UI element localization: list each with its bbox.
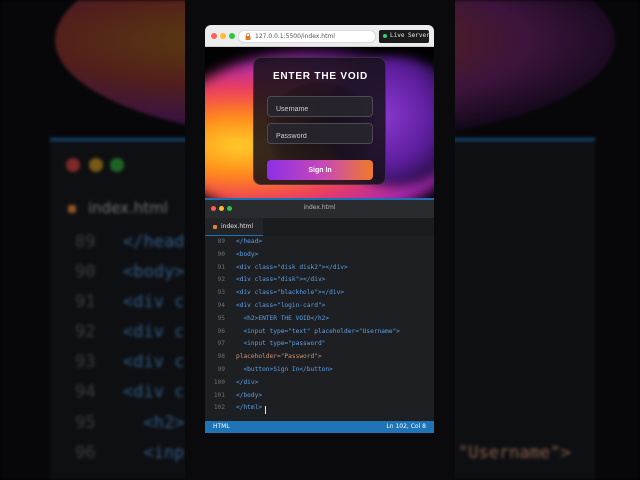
code-line: 97 <input type="password" — [217, 340, 326, 348]
code-line: 93 <div class="blackhole"></div> — [217, 289, 345, 297]
code-area[interactable]: 89 </head> 90 <body> 91 <div class="disk di… — [205, 238, 434, 417]
live-server-button[interactable]: Live Server — [379, 30, 430, 43]
code-editor: index.html index.html 89 </head> 90 <body>… — [205, 198, 434, 433]
code-line: 101 </body> — [213, 391, 263, 399]
code-line: 99 <button>Sign In</button> — [217, 365, 333, 373]
username-input[interactable] — [267, 96, 373, 117]
browser-window: 127.0.0.1:5500/index.html Live Server EN… — [205, 25, 434, 198]
code-line: 96 <input type="text" placeholder="Usern… — [217, 327, 400, 335]
code-line: 90 <body> — [217, 250, 259, 258]
editor-titlebar: index.html — [205, 200, 434, 218]
code-line: 91 <div class="disk disk2"></div> — [217, 263, 348, 271]
editor-tab-bar: index.html — [205, 218, 434, 236]
live-server-label: Live Server — [390, 32, 430, 39]
editor-window-title: index.html — [303, 204, 336, 211]
lock-icon — [245, 33, 251, 40]
main-stage: 127.0.0.1:5500/index.html Live Server EN… — [185, 0, 455, 480]
password-input[interactable] — [267, 123, 373, 144]
live-status-dot-icon — [383, 34, 387, 38]
login-title: ENTER THE VOID — [272, 71, 369, 82]
login-card: ENTER THE VOID Sign In — [253, 57, 386, 185]
text-cursor — [265, 406, 266, 415]
language-mode[interactable]: HTML — [213, 423, 230, 430]
url-text: 127.0.0.1:5500/index.html — [255, 33, 335, 40]
code-line: 95 <h2>ENTER THE VOID</h2> — [217, 314, 330, 322]
code-line: 94 <div class="login-card"> — [217, 301, 326, 309]
code-line: 100 </div> — [213, 378, 259, 386]
browser-minimize-button[interactable] — [220, 33, 226, 39]
page-viewport: ENTER THE VOID Sign In — [205, 47, 434, 198]
code-line: 92 <div class="disk"></div> — [217, 276, 326, 284]
address-bar[interactable]: 127.0.0.1:5500/index.html — [238, 30, 376, 43]
sign-in-button[interactable]: Sign In — [267, 160, 373, 180]
html-file-icon — [213, 225, 217, 229]
status-bar: HTML Ln 102, Col 8 — [205, 421, 434, 433]
browser-zoom-button[interactable] — [229, 33, 235, 39]
code-line: 98 placeholder="Password"> — [217, 353, 322, 361]
browser-toolbar: 127.0.0.1:5500/index.html Live Server — [205, 25, 434, 47]
browser-close-button[interactable] — [211, 33, 217, 39]
tab-label: index.html — [221, 223, 253, 230]
code-line: 102 </html> — [205, 404, 434, 417]
cursor-position[interactable]: Ln 102, Col 8 — [386, 423, 426, 430]
code-line: 89 </head> — [217, 238, 263, 245]
tab-index-html[interactable]: index.html — [205, 218, 263, 236]
